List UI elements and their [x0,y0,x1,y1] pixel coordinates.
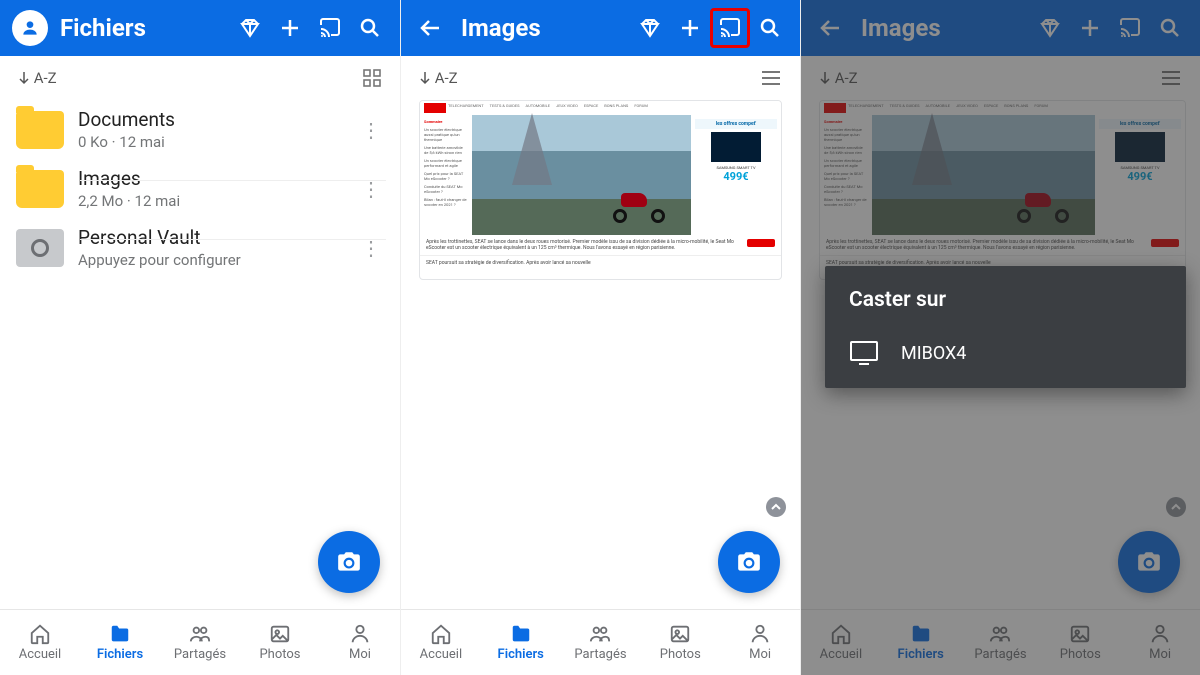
arrow-down-icon [419,71,431,85]
folder-icon [16,170,64,208]
photo-icon [668,623,692,645]
sort-toggle[interactable]: A-Z [419,69,458,87]
folder-icon [108,623,132,645]
cast-device-name: MIBOX4 [901,343,966,364]
sort-bar: A-Z [401,56,800,100]
panel-images: Images A-Z [400,0,800,675]
more-button[interactable]: ⋮ [356,236,386,260]
tv-icon [849,340,879,366]
site-logo [424,103,446,113]
vault-icon [16,229,64,267]
topbar: Fichiers [0,0,400,56]
file-row-documents[interactable]: Documents 0 Ko · 12 mai ⋮ [0,100,400,159]
people-icon [188,623,212,645]
grid-icon [362,68,382,88]
people-icon [588,623,612,645]
diamond-icon [638,16,662,40]
nav-partages[interactable]: Partagés [561,610,641,675]
cast-device-row[interactable]: MIBOX4 [825,326,1186,388]
chevron-up-icon [771,502,781,512]
nav-moi[interactable]: Moi [320,610,400,675]
topbar: Images [401,0,800,56]
nav-moi[interactable]: Moi [720,610,800,675]
camera-fab[interactable] [718,531,780,593]
nav-fichiers[interactable]: Fichiers [80,610,160,675]
view-toggle[interactable] [760,70,782,86]
camera-fab[interactable] [318,531,380,593]
nav-photos[interactable]: Photos [240,610,320,675]
camera-icon [336,549,362,575]
person-icon [748,623,772,645]
nav-accueil[interactable]: Accueil [401,610,481,675]
search-icon [358,16,382,40]
cast-icon [318,16,342,40]
diamond-icon [238,16,262,40]
folder-icon [16,111,64,149]
sort-toggle[interactable]: A-Z [18,69,57,87]
panel-cast-dialog: Images A-Z TELECHARGEMENTTESTS & GUIDES [800,0,1200,675]
scroll-top-button[interactable] [766,497,786,517]
add-button[interactable] [670,8,710,48]
plus-icon [278,16,302,40]
search-button[interactable] [350,8,390,48]
page-title: Fichiers [60,14,146,42]
view-toggle[interactable] [362,68,382,88]
search-button[interactable] [750,8,790,48]
premium-button[interactable] [630,8,670,48]
cast-button[interactable] [310,8,350,48]
file-meta: Appuyez pour configurer [78,251,356,269]
nav-photos[interactable]: Photos [640,610,720,675]
cast-dialog: Caster sur MIBOX4 [825,266,1186,388]
home-icon [28,623,52,645]
more-button[interactable]: ⋮ [356,118,386,142]
camera-icon [736,549,762,575]
nav-accueil[interactable]: Accueil [0,610,80,675]
cast-button-highlighted[interactable] [710,8,750,48]
arrow-down-icon [18,71,30,85]
panel-files: Fichiers A-Z [0,0,400,675]
more-button[interactable]: ⋮ [356,177,386,201]
premium-button[interactable] [230,8,270,48]
add-button[interactable] [270,8,310,48]
person-icon [20,18,40,38]
list-icon [760,70,782,86]
plus-icon [678,16,702,40]
page-title: Images [461,14,541,42]
sort-bar: A-Z [0,56,400,100]
file-name: Images [78,167,356,190]
folder-icon [509,623,533,645]
home-icon [429,623,453,645]
search-icon [758,16,782,40]
photo-icon [268,623,292,645]
file-name: Personal Vault [78,226,356,249]
file-meta: 2,2 Mo · 12 mai [78,192,356,210]
file-row-images[interactable]: Images 2,2 Mo · 12 mai ⋮ [0,159,400,218]
cast-dialog-title: Caster sur [825,266,1186,326]
file-row-vault[interactable]: Personal Vault Appuyez pour configurer ⋮ [0,218,400,277]
arrow-left-icon [419,16,443,40]
cast-icon [718,16,742,40]
avatar-button[interactable] [10,8,50,48]
bottom-nav: Accueil Fichiers Partagés Photos Moi [0,609,400,675]
person-icon [348,623,372,645]
file-name: Documents [78,108,356,131]
image-thumbnail[interactable]: TELECHARGEMENTTESTS & GUIDESAUTOMOBILEJE… [419,100,782,280]
bottom-nav: Accueil Fichiers Partagés Photos Moi [401,609,800,675]
nav-partages[interactable]: Partagés [160,610,240,675]
file-meta: 0 Ko · 12 mai [78,133,356,151]
back-button[interactable] [411,8,451,48]
nav-fichiers[interactable]: Fichiers [481,610,561,675]
